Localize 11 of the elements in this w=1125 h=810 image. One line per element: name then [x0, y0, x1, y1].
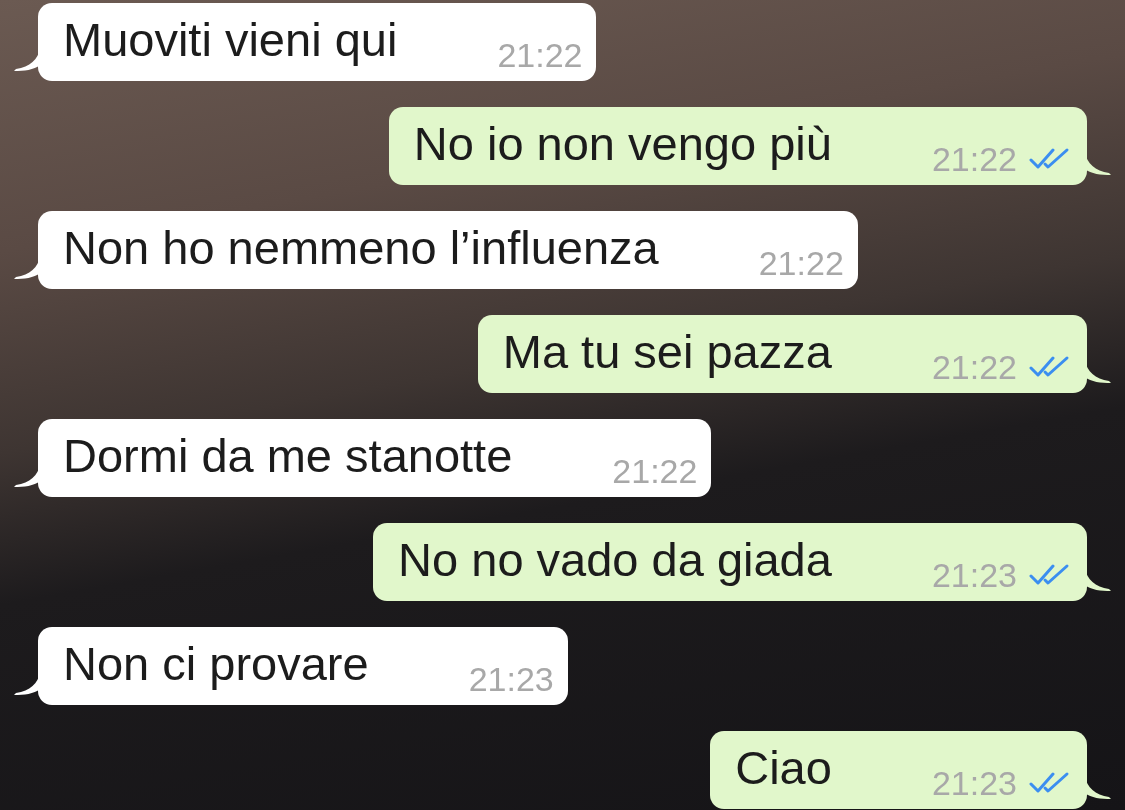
- message-text: Ciao: [735, 743, 832, 791]
- message-time: 21:22: [931, 350, 1017, 384]
- message-time: 21:23: [468, 662, 554, 696]
- message-text: Non ho nemmeno l’influenza: [63, 223, 659, 271]
- message-time: 21:22: [497, 38, 583, 72]
- message-text: Dormi da me stanotte: [63, 431, 513, 479]
- message-time: 21:22: [758, 246, 844, 280]
- message-time: 21:23: [931, 766, 1017, 800]
- message-time: 21:22: [612, 454, 698, 488]
- message-time: 21:23: [931, 558, 1017, 592]
- message-time: 21:22: [931, 142, 1017, 176]
